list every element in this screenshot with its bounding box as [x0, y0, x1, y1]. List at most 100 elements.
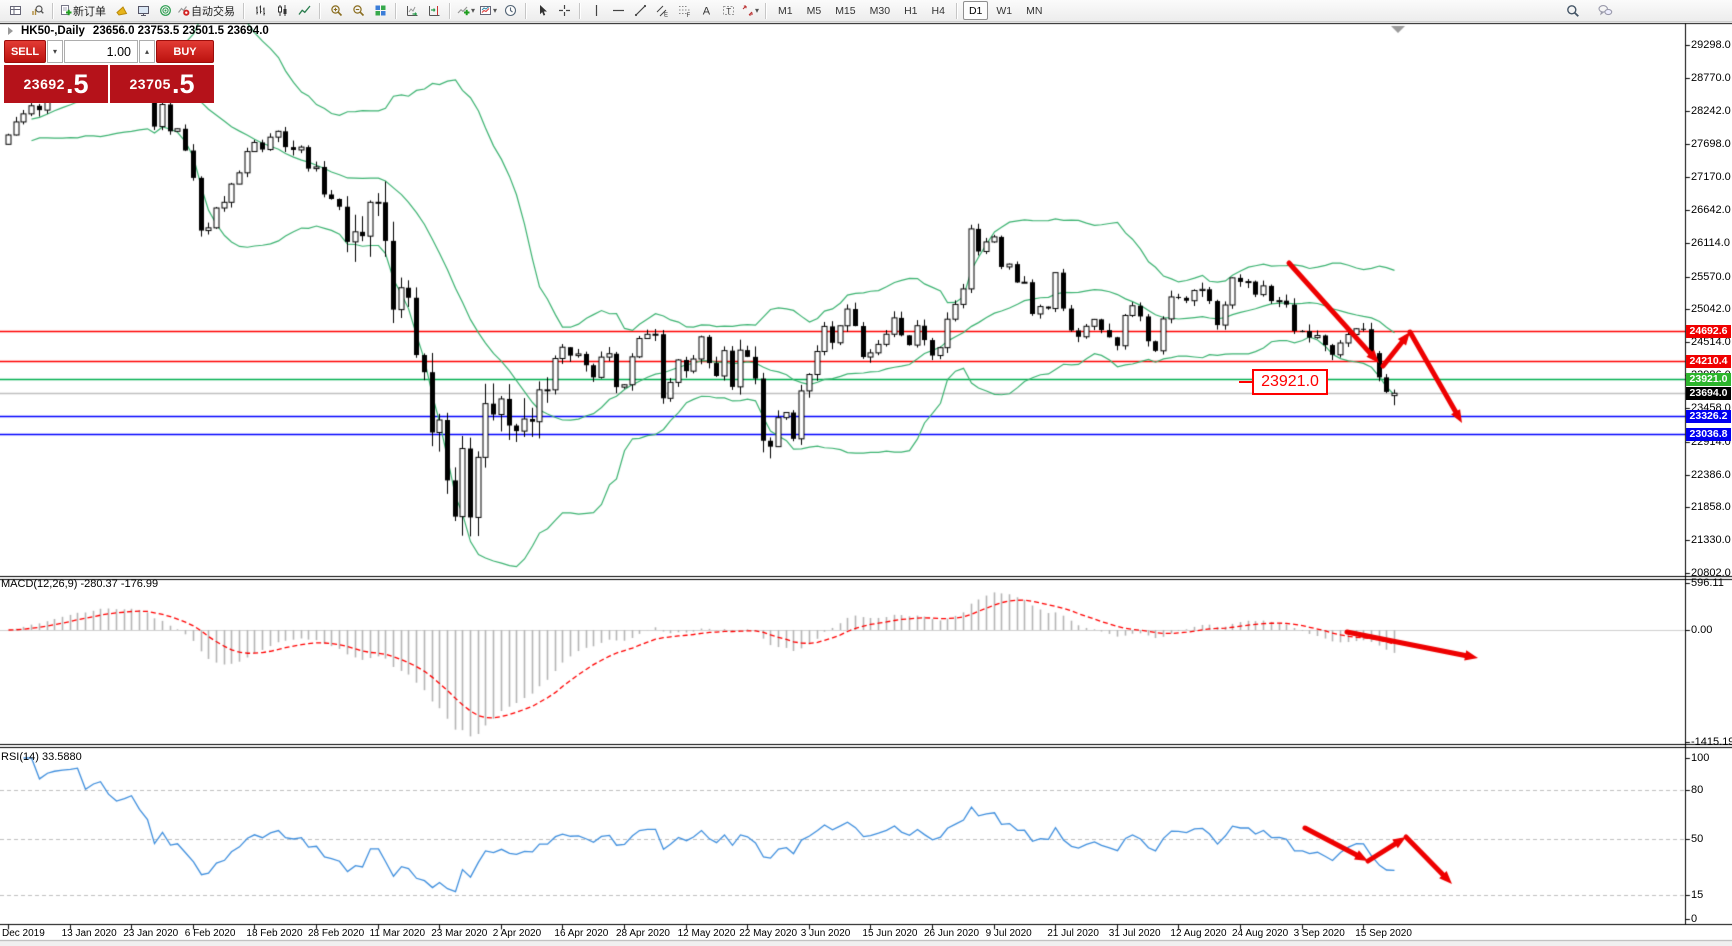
price-level-badge: 24692.6: [1686, 324, 1731, 338]
fibonacci-icon: F: [678, 4, 691, 17]
x-axis-label: 3 Sep 2020: [1293, 928, 1345, 939]
timeframe-h1[interactable]: H1: [898, 1, 923, 20]
buy-price-pip: .5: [171, 68, 195, 99]
text-tool-button[interactable]: A: [695, 1, 717, 20]
search-button[interactable]: [1562, 1, 1584, 20]
x-axis-label: 15 Sep 2020: [1355, 928, 1412, 939]
text-label-icon: T: [722, 4, 735, 17]
buy-button[interactable]: BUY: [156, 40, 214, 63]
price-level-badge: 23036.8: [1686, 427, 1731, 441]
vertical-line-tool-button[interactable]: [585, 1, 607, 20]
autotrading-icon: [177, 4, 190, 17]
timeframe-mn[interactable]: MN: [1020, 1, 1048, 20]
x-axis-label: 13 Jan 2020: [61, 928, 117, 939]
x-axis-label: 22 May 2020: [739, 928, 798, 939]
new-chart-icon: [9, 4, 22, 17]
zoom-out-icon: [352, 4, 365, 17]
crosshair-tool-button[interactable]: [553, 1, 575, 20]
bar-chart-icon: [254, 4, 267, 17]
buy-price-box[interactable]: 23705 .5: [110, 65, 214, 103]
x-axis-label: 12 Aug 2020: [1170, 928, 1227, 939]
x-axis-label: 28 Feb 2020: [308, 928, 365, 939]
svg-text:A: A: [702, 6, 710, 18]
volume-down-spinner[interactable]: ▾: [47, 40, 63, 63]
equidistant-channel-tool-button[interactable]: E: [651, 1, 673, 20]
sell-button[interactable]: SELL: [4, 40, 46, 63]
chart-canvas[interactable]: [0, 0, 1732, 946]
volume-input[interactable]: [64, 40, 138, 63]
chevron-down-icon[interactable]: ▾: [493, 6, 497, 15]
zoom-in-icon: [330, 4, 343, 17]
macd-indicator-label: MACD(12,26,9) -280.37 -176.99: [1, 578, 159, 590]
timeframe-m30[interactable]: M30: [864, 1, 896, 20]
x-axis-label: 12 May 2020: [677, 928, 736, 939]
chevron-down-icon[interactable]: ▾: [755, 6, 759, 15]
svg-text:E: E: [664, 13, 668, 18]
trendline-tool-button[interactable]: [629, 1, 651, 20]
toolbar-separator: [52, 2, 54, 19]
periods-clock-button[interactable]: [499, 1, 521, 20]
rsi-axis-label: 80: [1691, 784, 1704, 796]
price-level-badge: 23694.0: [1686, 386, 1731, 400]
timeframe-h4[interactable]: H4: [926, 1, 951, 20]
chart-shift-button[interactable]: [423, 1, 445, 20]
toolbar-separator: [525, 2, 527, 19]
profiles-button[interactable]: [26, 1, 48, 20]
timeframe-d1[interactable]: D1: [962, 1, 989, 20]
volume-up-spinner[interactable]: ▴: [139, 40, 155, 63]
timeframe-m5[interactable]: M5: [801, 1, 828, 20]
fibonacci-tool-button[interactable]: F: [673, 1, 695, 20]
bar-chart-mode-button[interactable]: [249, 1, 271, 20]
indicators-list-button[interactable]: ▾: [455, 1, 477, 20]
trendline-icon: [634, 4, 647, 17]
text-label-tool-button[interactable]: T: [717, 1, 739, 20]
chat-button[interactable]: [1594, 1, 1616, 20]
x-axis-label: 3 Jun 2020: [800, 928, 851, 939]
x-axis-label: 31 Jul 2020: [1108, 928, 1161, 939]
x-axis-label: 18 Feb 2020: [246, 928, 303, 939]
vline-icon: [590, 4, 603, 17]
templates-button[interactable]: ▾: [477, 1, 499, 20]
candle-chart-icon: [276, 4, 289, 17]
svg-text:T: T: [726, 7, 731, 16]
toolbar-right-icons: [1562, 1, 1616, 20]
y-axis-label: 27698.0: [1691, 138, 1731, 150]
rsi-axis-label: 50: [1691, 833, 1704, 845]
autotrading-button[interactable]: 自动交易: [176, 1, 239, 20]
search-icon: [1566, 4, 1580, 18]
text-icon: A: [700, 4, 713, 18]
horizontal-line-tool-button[interactable]: [607, 1, 629, 20]
x-axis-label: 16 Apr 2020: [554, 928, 609, 939]
chart-marker-icon: [8, 27, 13, 35]
timeframe-m1[interactable]: M1: [772, 1, 799, 20]
auto-scroll-button[interactable]: [401, 1, 423, 20]
hline-icon: [612, 4, 625, 17]
new-order-button[interactable]: 新订单: [58, 1, 110, 20]
toolbar-separator: [765, 2, 767, 19]
cursor-tool-button[interactable]: [531, 1, 553, 20]
sell-price-box[interactable]: 23692 .5: [4, 65, 108, 103]
y-axis-label: 24514.0: [1691, 336, 1731, 348]
tile-windows-button[interactable]: [369, 1, 391, 20]
terminal-icon: [137, 4, 150, 17]
arrows-tool-button[interactable]: ▾: [739, 1, 761, 20]
auto-scroll-icon: [406, 4, 419, 17]
y-axis-label: 29298.0: [1691, 39, 1731, 51]
sell-price-pip: .5: [65, 68, 89, 99]
zoom-in-button[interactable]: [325, 1, 347, 20]
channel-icon: E: [656, 4, 669, 17]
zoom-out-button[interactable]: [347, 1, 369, 20]
candlestick-mode-button[interactable]: [271, 1, 293, 20]
timeframe-m15[interactable]: M15: [829, 1, 861, 20]
alerts-button[interactable]: [110, 1, 132, 20]
signals-button[interactable]: [154, 1, 176, 20]
new-order-label: 新订单: [73, 5, 106, 18]
new-chart-button[interactable]: [4, 1, 26, 20]
terminal-button[interactable]: [132, 1, 154, 20]
timeframe-w1[interactable]: W1: [990, 1, 1018, 20]
rsi-axis-label: 100: [1691, 752, 1710, 764]
line-chart-mode-button[interactable]: [293, 1, 315, 20]
sell-price-main: 23692: [23, 76, 65, 92]
chevron-down-icon[interactable]: ▾: [471, 6, 475, 15]
alerts-icon: [115, 4, 128, 17]
